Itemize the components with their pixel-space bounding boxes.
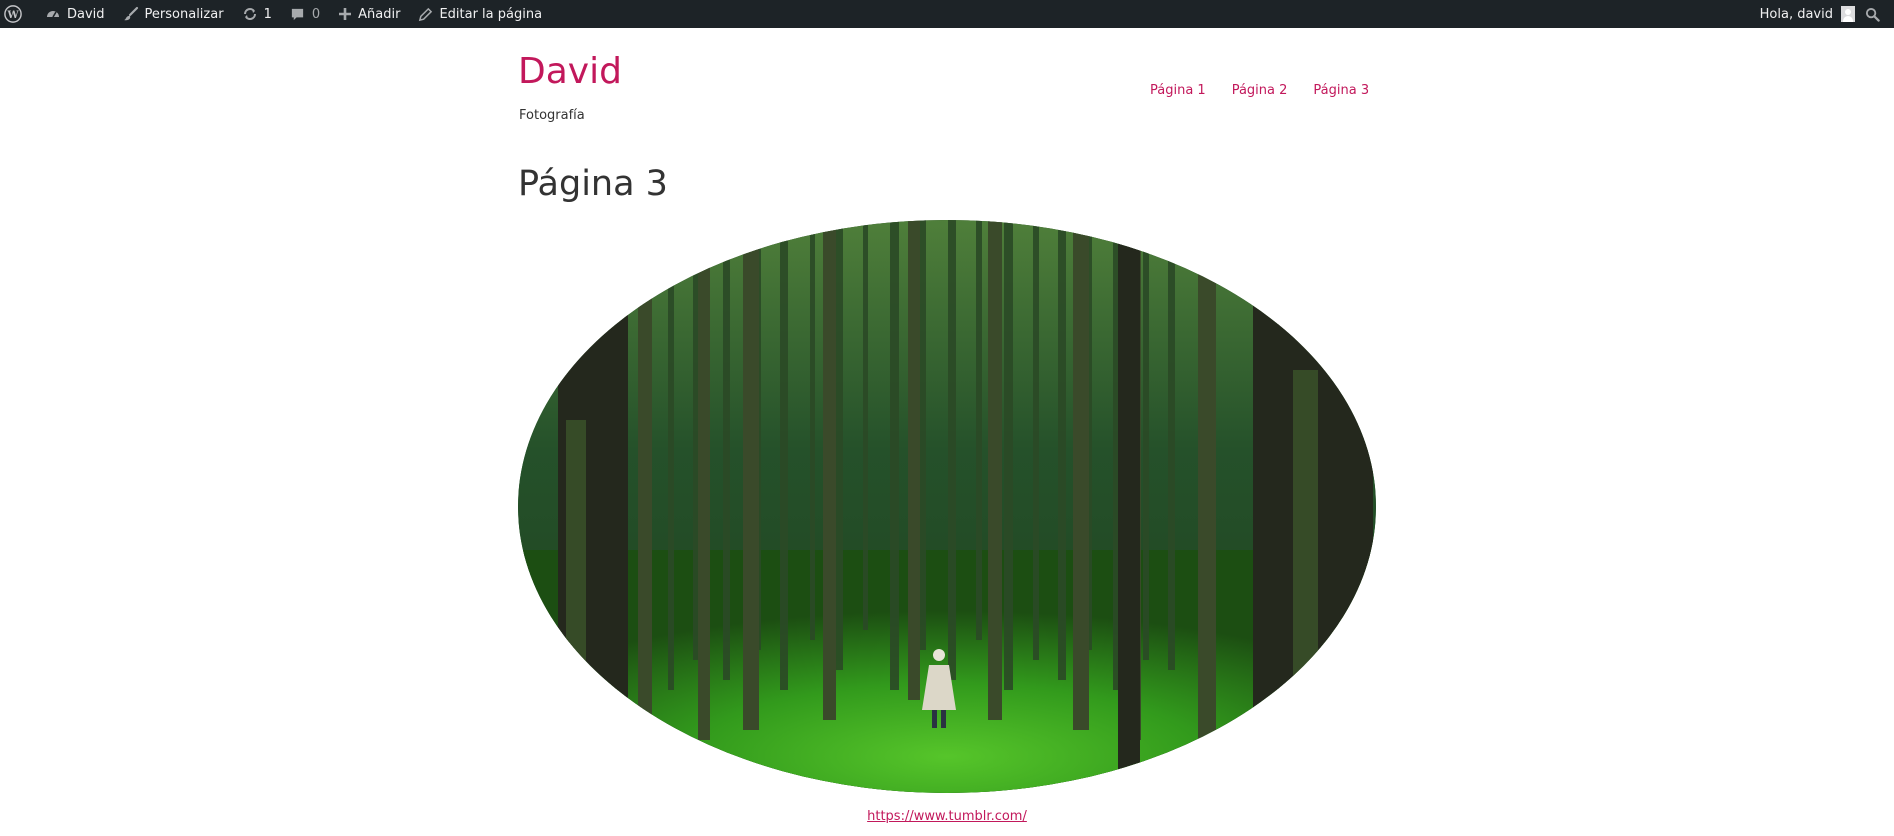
comment-icon — [291, 8, 303, 20]
customize-button[interactable]: Personalizar — [114, 0, 233, 28]
my-account-menu[interactable]: Hola, david — [1751, 0, 1859, 28]
edit-page-label: Editar la página — [439, 6, 543, 22]
brush-icon — [123, 6, 138, 21]
admin-bar-secondary: Hola, david — [1751, 0, 1894, 28]
main-navigation: Página 1 Página 2 Página 3 — [1150, 83, 1369, 98]
svg-text:W: W — [6, 10, 19, 21]
pencil-icon — [419, 7, 433, 21]
add-new-button[interactable]: Añadir — [329, 0, 409, 28]
customize-label: Personalizar — [144, 6, 224, 22]
updates-count: 1 — [263, 6, 272, 22]
admin-bar: W David Personalizar 1 0 Añadir Editar l… — [0, 0, 1894, 28]
site-title[interactable]: David — [518, 50, 622, 94]
updates-icon — [243, 8, 256, 20]
forest-illustration — [518, 220, 1376, 793]
image-source-link[interactable]: https://www.tumblr.com/ — [0, 809, 1894, 824]
forest-photo — [518, 220, 1376, 793]
comments-count: 0 — [311, 6, 321, 22]
site-tagline: Fotografía — [519, 108, 585, 123]
comments-button[interactable]: 0 — [281, 0, 329, 28]
page-title: Página 3 — [518, 164, 668, 204]
nav-item-pagina-2[interactable]: Página 2 — [1232, 83, 1288, 98]
updates-button[interactable]: 1 — [233, 0, 281, 28]
nav-item-pagina-1[interactable]: Página 1 — [1150, 83, 1206, 98]
wordpress-logo-icon[interactable]: W — [0, 0, 36, 28]
greeting-label: Hola, david — [1759, 6, 1833, 22]
site-name-label: David — [67, 6, 105, 22]
avatar — [1841, 6, 1855, 22]
site-name-menu[interactable]: David — [36, 0, 114, 28]
plus-icon — [339, 8, 352, 20]
search-button[interactable] — [1859, 0, 1894, 28]
dashboard-icon — [47, 11, 59, 18]
search-icon — [1865, 7, 1880, 22]
add-new-label: Añadir — [358, 6, 401, 22]
nav-item-pagina-3[interactable]: Página 3 — [1313, 83, 1369, 98]
edit-page-button[interactable]: Editar la página — [409, 0, 551, 28]
